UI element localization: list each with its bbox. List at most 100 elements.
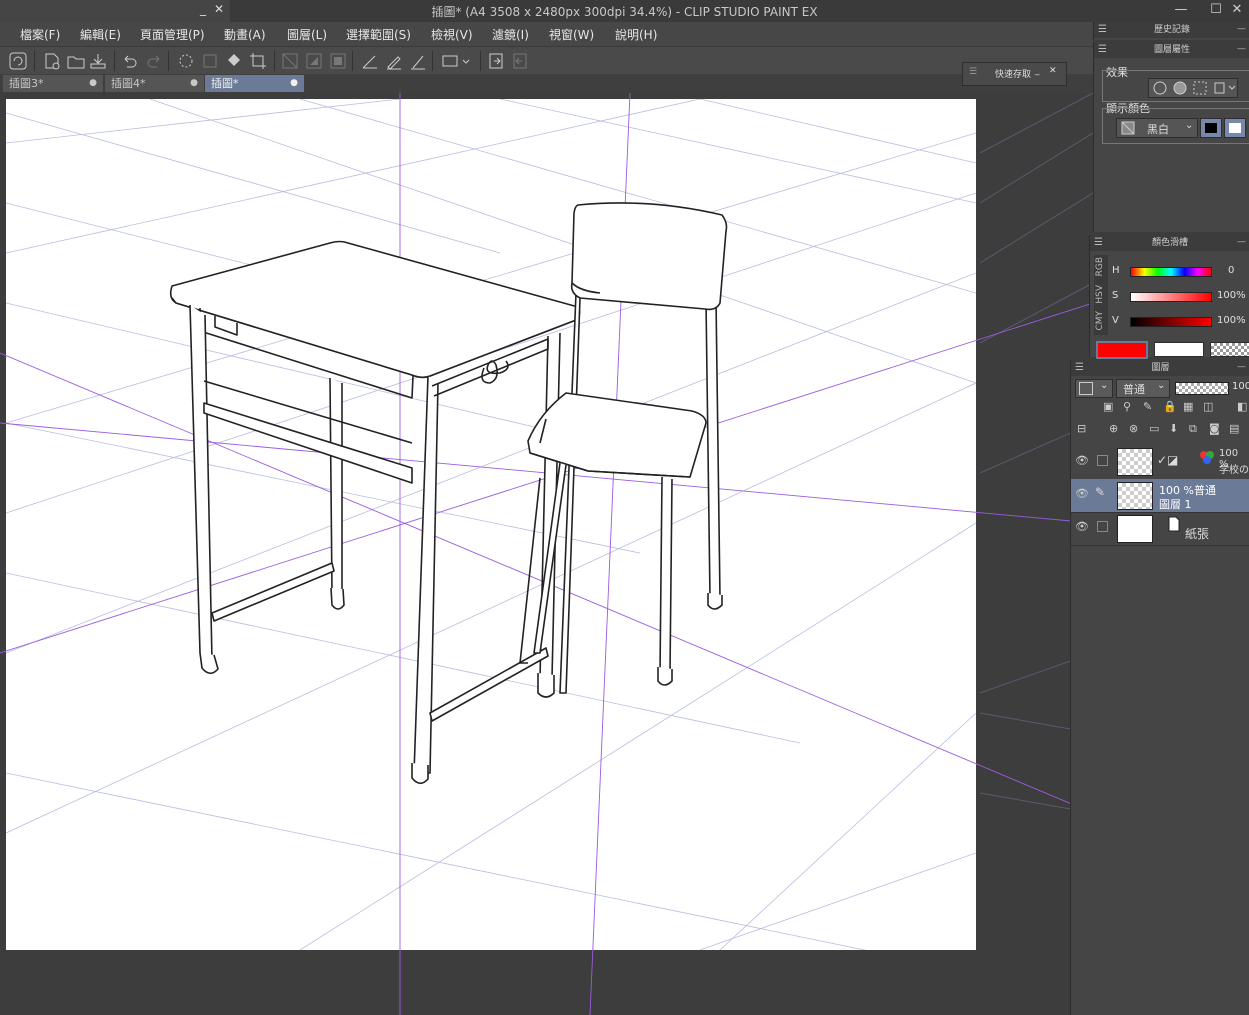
close-icon[interactable]: ✕ xyxy=(1049,66,1057,76)
new-raster-layer-icon[interactable]: ⊕ xyxy=(1109,422,1118,435)
undo-icon[interactable] xyxy=(120,51,140,71)
menu-icon[interactable]: ☰ xyxy=(1075,360,1084,376)
mask-icon[interactable]: ◫ xyxy=(1203,400,1213,413)
minimize-button[interactable]: — xyxy=(1172,2,1190,18)
create-mask-icon[interactable]: ◙ xyxy=(1209,422,1220,435)
eye-icon[interactable]: 👁 xyxy=(1075,520,1089,533)
snap-ruler-icon[interactable] xyxy=(408,51,428,71)
collapse-icon[interactable]: — xyxy=(1237,234,1246,250)
collapse-icon[interactable]: — xyxy=(1237,359,1246,375)
canvas-drawing[interactable] xyxy=(0,93,1093,1015)
transform-icon[interactable] xyxy=(200,51,220,71)
clear-outside-icon[interactable] xyxy=(304,51,324,71)
clear-icon[interactable] xyxy=(280,51,300,71)
transfer-down-icon[interactable]: ⬇ xyxy=(1169,422,1178,435)
layer-row[interactable]: 👁 紙張 xyxy=(1071,512,1249,546)
lock-transparent-icon[interactable]: ▦ xyxy=(1183,400,1193,413)
layer-checkbox[interactable] xyxy=(1097,521,1108,532)
transparent-color-swatch[interactable] xyxy=(1210,342,1249,357)
layer-panel-title: 圖層 xyxy=(1151,363,1170,373)
close-icon[interactable]: ✕ xyxy=(214,2,224,16)
layer-action-toolbar: ⊟ ⊕ ⊗ ▭ ⬇ ⧉ ◙ ▤ xyxy=(1075,422,1249,440)
redo-icon[interactable] xyxy=(144,51,164,71)
collapsed-panel[interactable]: _ ✕ xyxy=(0,0,230,23)
close-tab-icon[interactable]: ● xyxy=(89,75,97,92)
tab-illustration[interactable]: 插圖* ● xyxy=(205,75,304,92)
hue-slider[interactable] xyxy=(1130,267,1212,277)
draft-icon[interactable]: ✎ xyxy=(1143,400,1152,413)
layer-row-selected[interactable]: 👁 ✎ 100 %普通 圖層 1 xyxy=(1071,479,1249,513)
eye-icon[interactable]: 👁 xyxy=(1075,454,1089,467)
loading-icon[interactable] xyxy=(176,51,196,71)
export-icon[interactable] xyxy=(486,51,506,71)
pen-ruler-icon[interactable] xyxy=(384,51,404,71)
tab-hsv[interactable]: HSV xyxy=(1095,285,1105,304)
value-label: V xyxy=(1112,315,1119,326)
menu-window[interactable]: 視窗(W) xyxy=(549,26,594,43)
opacity-value[interactable]: 100 xyxy=(1232,381,1249,392)
new-folder-icon[interactable]: ▭ xyxy=(1149,422,1159,435)
minimize-icon[interactable]: _ xyxy=(1035,66,1040,76)
menu-view[interactable]: 檢視(V) xyxy=(431,26,473,43)
tab-illustration4[interactable]: 插圖4* ● xyxy=(105,75,204,92)
ruler-icon[interactable] xyxy=(360,51,380,71)
collapse-icon[interactable]: — xyxy=(1237,21,1246,37)
merge-down-icon[interactable]: ⧉ xyxy=(1189,422,1197,436)
tab-cmy[interactable]: CMY xyxy=(1095,311,1105,331)
menu-edit[interactable]: 編輯(E) xyxy=(80,26,121,43)
menu-file[interactable]: 檔案(F) xyxy=(20,26,60,43)
saturation-slider[interactable] xyxy=(1130,292,1212,302)
menu-animation[interactable]: 動畫(A) xyxy=(224,26,266,43)
display-color-select[interactable]: 黑白 ⌄ xyxy=(1116,118,1198,138)
layer-checkbox[interactable] xyxy=(1097,455,1108,466)
save-icon[interactable] xyxy=(88,51,108,71)
menu-icon[interactable]: ☰ xyxy=(1098,42,1107,58)
eye-icon[interactable]: 👁 xyxy=(1075,487,1089,500)
fill-icon[interactable] xyxy=(224,51,244,71)
crop-icon[interactable] xyxy=(248,51,268,71)
sub-color-swatch[interactable] xyxy=(1154,342,1204,357)
opacity-slider[interactable] xyxy=(1175,382,1229,395)
menu-layer[interactable]: 圖層(L) xyxy=(287,26,327,43)
lock-icon[interactable]: 🔒 xyxy=(1163,400,1177,413)
close-button[interactable]: ✕ xyxy=(1228,2,1246,18)
close-tab-icon[interactable]: ● xyxy=(190,75,198,92)
new-vector-layer-icon[interactable]: ⊗ xyxy=(1129,422,1138,435)
minimize-icon[interactable]: _ xyxy=(200,2,206,16)
layer-color-select[interactable]: ⌄ xyxy=(1075,379,1113,398)
white-color-button[interactable] xyxy=(1224,118,1246,138)
paper xyxy=(6,99,976,950)
new-file-icon[interactable] xyxy=(42,51,62,71)
layer-panel-toggle-icon[interactable]: ⊟ xyxy=(1077,422,1086,435)
menu-selection[interactable]: 選擇範圍(S) xyxy=(346,26,411,43)
tab-illustration3[interactable]: 插圖3* ● xyxy=(3,75,103,92)
menu-page[interactable]: 頁面管理(P) xyxy=(140,26,205,43)
close-tab-icon[interactable]: ● xyxy=(290,75,298,92)
reference-icon[interactable]: ⚲ xyxy=(1123,400,1131,413)
perspective-icon[interactable] xyxy=(440,51,474,71)
quick-access-panel[interactable]: ☰ 快速存取 _ ✕ xyxy=(962,62,1067,86)
black-color-button[interactable] xyxy=(1200,118,1222,138)
blend-mode-select[interactable]: 普通 ⌄ xyxy=(1116,379,1170,398)
fill-selection-icon[interactable] xyxy=(328,51,348,71)
grip-icon[interactable]: ☰ xyxy=(969,67,977,77)
menu-filter[interactable]: 濾鏡(I) xyxy=(492,26,529,43)
tab-rgb[interactable]: RGB xyxy=(1095,257,1105,276)
menu-help[interactable]: 說明(H) xyxy=(615,26,657,43)
main-color-swatch[interactable] xyxy=(1096,341,1148,359)
clip-studio-icon[interactable] xyxy=(8,51,28,71)
import-icon[interactable] xyxy=(510,51,530,71)
clipping-icon[interactable]: ▣ xyxy=(1103,400,1113,413)
menu-icon[interactable]: ☰ xyxy=(1094,235,1103,251)
menu-icon[interactable]: ☰ xyxy=(1098,22,1107,38)
layer-row[interactable]: 👁 ✓◪ 100 % 学校の xyxy=(1071,446,1249,480)
apply-mask-icon[interactable]: ▤ xyxy=(1229,422,1239,435)
collapse-icon[interactable]: — xyxy=(1237,41,1246,57)
layer-thumbnail xyxy=(1117,448,1153,476)
open-folder-icon[interactable] xyxy=(66,51,86,71)
ruler-display-icon[interactable]: ◧ xyxy=(1237,400,1247,413)
history-panel[interactable]: ☰ 歷史記錄 — xyxy=(1093,22,1249,40)
value-slider[interactable] xyxy=(1130,317,1212,327)
canvas-area[interactable] xyxy=(0,93,1093,1015)
maximize-button[interactable]: ☐ xyxy=(1207,2,1225,18)
